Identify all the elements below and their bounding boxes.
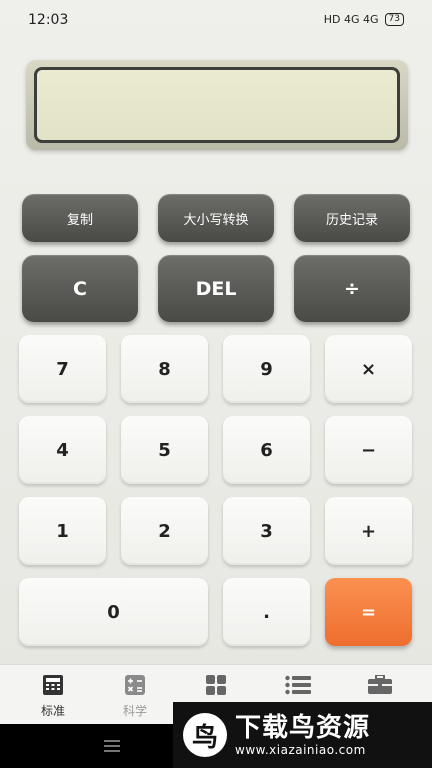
- watermark-url: www.xiazainiao.com: [235, 743, 366, 757]
- case-convert-button[interactable]: 大小写转换: [158, 194, 274, 242]
- watermark: 鸟 下载鸟资源 www.xiazainiao.com: [173, 702, 432, 768]
- watermark-logo: 鸟: [183, 713, 227, 757]
- key-2[interactable]: 2: [121, 497, 208, 565]
- key-7[interactable]: 7: [19, 335, 106, 403]
- menu-icon[interactable]: [104, 740, 120, 752]
- subtract-button[interactable]: −: [325, 416, 412, 484]
- add-button[interactable]: +: [325, 497, 412, 565]
- key-5[interactable]: 5: [121, 416, 208, 484]
- key-8[interactable]: 8: [121, 335, 208, 403]
- equals-button[interactable]: =: [325, 578, 412, 646]
- copy-button[interactable]: 复制: [22, 194, 138, 242]
- tab-scientific-label: 科学: [122, 704, 147, 718]
- tab-standard-label: 标准: [40, 704, 65, 718]
- multiply-button[interactable]: ×: [325, 335, 412, 403]
- watermark-text: 下载鸟资源 www.xiazainiao.com: [235, 713, 370, 757]
- key-1[interactable]: 1: [19, 497, 106, 565]
- decimal-button[interactable]: .: [223, 578, 310, 646]
- status-time: 12:03: [28, 12, 69, 28]
- network-indicators: HD 4G 4G: [323, 13, 379, 26]
- battery-icon: 73: [384, 13, 404, 26]
- divide-button[interactable]: ÷: [294, 255, 410, 322]
- key-0[interactable]: 0: [19, 578, 208, 646]
- display-frame: [26, 60, 408, 150]
- list-icon: [285, 675, 311, 695]
- key-9[interactable]: 9: [223, 335, 310, 403]
- key-4[interactable]: 4: [19, 416, 106, 484]
- scientific-icon: [125, 675, 145, 695]
- calculator-display: [34, 67, 400, 143]
- clear-button[interactable]: C: [22, 255, 138, 322]
- watermark-title: 下载鸟资源: [235, 713, 371, 743]
- status-bar: 12:03 HD 4G 4G 73: [0, 0, 432, 40]
- toolbox-icon: [368, 674, 392, 694]
- history-button[interactable]: 历史记录: [294, 194, 410, 242]
- status-indicators: HD 4G 4G 73: [324, 13, 404, 26]
- tab-standard[interactable]: 标准: [10, 665, 96, 725]
- tab-scientific[interactable]: 科学: [92, 665, 178, 725]
- key-3[interactable]: 3: [223, 497, 310, 565]
- calculator-icon: [43, 675, 63, 695]
- delete-button[interactable]: DEL: [158, 255, 274, 322]
- key-6[interactable]: 6: [223, 416, 310, 484]
- grid-icon: [206, 675, 226, 695]
